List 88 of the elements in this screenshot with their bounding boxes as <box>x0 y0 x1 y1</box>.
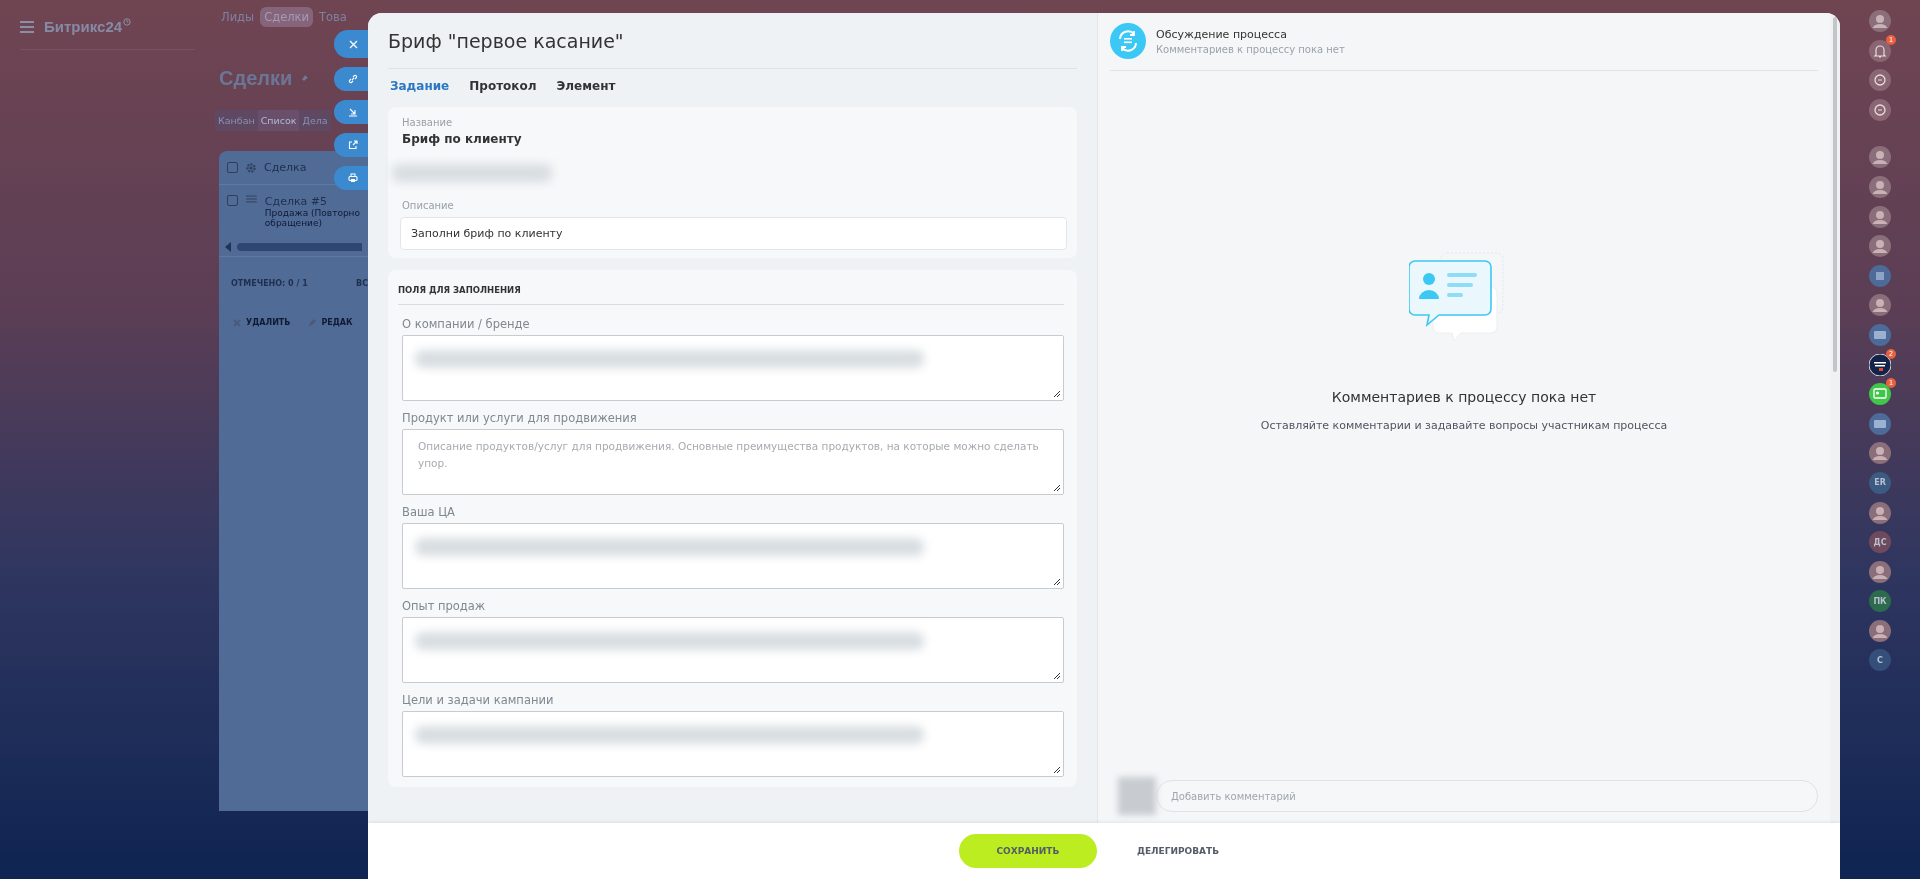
field-label: Ваша ЦА <box>402 505 456 519</box>
pencil-icon <box>308 318 317 327</box>
nav-tab[interactable]: Това <box>315 7 351 27</box>
empty-state-title: Комментариев к процессу пока нет <box>1331 389 1597 405</box>
user-avatar <box>1118 777 1156 815</box>
logo[interactable]: Битрикс24 <box>44 18 123 35</box>
avatar-icon[interactable] <box>1869 560 1891 583</box>
avatar-icon[interactable] <box>1869 146 1891 169</box>
deal-stage: обращение) <box>264 218 322 228</box>
total-count: ВС <box>356 279 368 288</box>
save-button[interactable]: СОХРАНИТЬ <box>958 834 1097 868</box>
avatar-icon[interactable] <box>1869 205 1891 228</box>
initials-avatar[interactable]: ER <box>1869 471 1891 494</box>
chat-icon[interactable] <box>1869 412 1891 435</box>
clock-icon <box>123 17 132 26</box>
arrow-button[interactable] <box>334 100 370 124</box>
tab[interactable]: Протокол <box>469 79 537 93</box>
field-label: О компании / бренде <box>402 317 531 331</box>
field-label: Опыт продаж <box>402 599 487 613</box>
resize-grip-icon[interactable] <box>1053 766 1061 774</box>
column-header: Сделка <box>264 161 307 174</box>
nav-tab[interactable]: Лиды <box>217 7 259 27</box>
discussion-subtitle: Комментариев к процессу пока нет <box>1156 43 1345 55</box>
card-icon[interactable] <box>1869 264 1891 287</box>
comment-field[interactable]: Добавить комментарий <box>1156 780 1818 812</box>
bell-icon[interactable] <box>1869 39 1891 62</box>
resize-grip-icon[interactable] <box>1053 672 1061 680</box>
horizontal-scrollbar[interactable] <box>237 243 362 251</box>
tab[interactable]: Задание <box>390 79 450 93</box>
edit-action[interactable]: РЕДАК <box>308 318 353 327</box>
close-button[interactable] <box>334 30 370 58</box>
avatar-icon[interactable] <box>1869 501 1891 524</box>
textarea-field[interactable] <box>402 523 1064 589</box>
external-link-button[interactable] <box>334 133 370 157</box>
avatar-icon[interactable] <box>1869 175 1891 198</box>
avatar-icon[interactable] <box>1869 10 1891 32</box>
process-icon <box>1110 23 1146 59</box>
avatar-icon[interactable] <box>1869 619 1891 642</box>
checkbox[interactable] <box>227 162 238 173</box>
tab[interactable]: Элемент <box>556 79 616 93</box>
resize-grip-icon[interactable] <box>1053 390 1061 398</box>
view-tab[interactable]: Канбан <box>215 110 258 131</box>
section-heading: ПОЛЯ ДЛЯ ЗАПОЛНЕНИЯ <box>398 278 1064 305</box>
avatar-icon[interactable] <box>1869 442 1891 465</box>
arrow-icon <box>348 107 358 117</box>
field-label: Название <box>402 117 454 128</box>
scroll-left-icon[interactable] <box>225 242 231 252</box>
field-label: Описание <box>402 200 455 211</box>
empty-state-text: Оставляйте комментарии и задавайте вопросы участникам процесса <box>1260 419 1668 432</box>
view-tab[interactable]: Дела <box>299 110 331 131</box>
link-icon <box>348 74 358 84</box>
discussion-title: Обсуждение процесса <box>1156 27 1288 41</box>
selected-count: ОТМЕЧЕНО: 0 / 1 <box>231 279 308 288</box>
field-label: Цели и задачи кампании <box>402 693 555 707</box>
initials-avatar[interactable]: ДС <box>1869 531 1891 554</box>
delegate-button[interactable]: ДЕЛЕГИРОВАТЬ <box>1136 842 1220 860</box>
close-icon <box>233 318 241 327</box>
avatar-icon[interactable] <box>1869 294 1891 317</box>
deal-stage: Продажа (Повторно <box>264 208 360 218</box>
field-label: Продукт или услуги для продвижения <box>402 411 638 425</box>
textarea-field[interactable] <box>402 711 1064 777</box>
link-button[interactable] <box>334 67 370 91</box>
resize-grip-icon[interactable] <box>1053 578 1061 586</box>
avatar-icon[interactable] <box>1869 235 1891 258</box>
chat-icon[interactable] <box>1869 323 1891 346</box>
initials-avatar[interactable]: ПК <box>1869 590 1891 613</box>
textarea-field[interactable]: Описание продуктов/услуг для продвижения. Основные преимущества продуктов, на которые можно сделать упор. <box>402 429 1064 495</box>
menu-icon[interactable] <box>20 20 34 33</box>
field-value: Бриф по клиенту <box>402 132 523 146</box>
placeholder-text: Описание продуктов/услуг для продвижения. Основные преимущества продуктов, на которые можно сделать упор. <box>417 439 1040 471</box>
external-link-icon <box>348 140 358 150</box>
drag-handle-icon[interactable] <box>246 195 257 203</box>
nav-tab[interactable]: Сделки <box>260 7 313 27</box>
close-icon <box>348 39 358 49</box>
contact-card-icon[interactable] <box>1869 383 1891 406</box>
checkbox[interactable] <box>227 195 238 206</box>
textarea-field[interactable] <box>402 335 1064 401</box>
deal-title[interactable]: Сделка #5 <box>264 195 328 208</box>
textarea-field[interactable] <box>402 617 1064 683</box>
delete-action[interactable]: УДАЛИТЬ <box>233 318 291 327</box>
robot-avatar-icon[interactable] <box>1869 353 1891 376</box>
slider-title: Бриф "первое касание" <box>388 13 1077 69</box>
initials-avatar[interactable]: С <box>1869 649 1891 672</box>
description-field: Заполни бриф по клиенту <box>400 217 1067 250</box>
view-tab[interactable]: Список <box>257 110 300 131</box>
page-title: Сделки <box>219 67 293 90</box>
printer-icon <box>348 173 358 183</box>
resize-grip-icon[interactable] <box>1053 484 1061 492</box>
